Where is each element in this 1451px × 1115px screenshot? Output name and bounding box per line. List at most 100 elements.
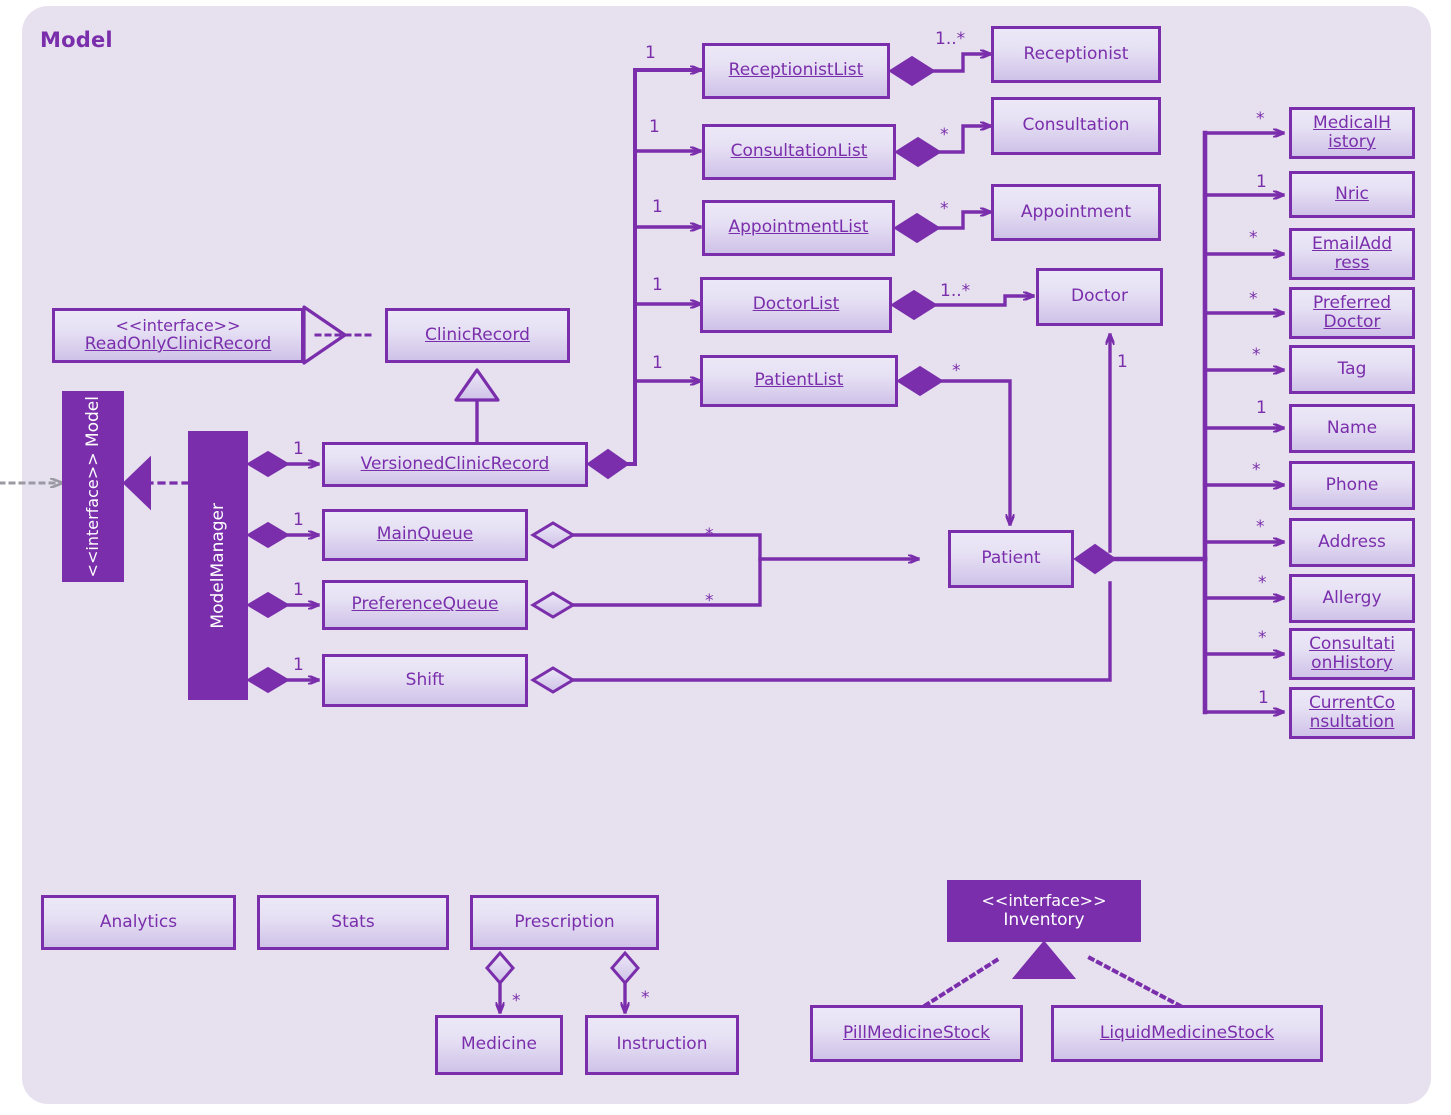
- class-box-preferred-doctor[interactable]: Preferred Doctor: [1289, 287, 1415, 339]
- class-box-model-interface[interactable]: <<interface>> Model: [62, 391, 124, 582]
- multiplicity-consultationlist-consultation: *: [940, 125, 949, 145]
- multiplicity-mm-shift: 1: [293, 655, 304, 675]
- class-label-email-address: EmailAdd ress: [1311, 233, 1393, 273]
- multiplicity-patient-medicalhistory: *: [1256, 109, 1265, 129]
- class-label-instruction: Instruction: [616, 1034, 708, 1055]
- class-label-current-consultation: CurrentCo nsultation: [1308, 692, 1396, 732]
- multiplicity-appointmentlist-appointment: *: [940, 199, 949, 219]
- class-label-consultation-list: ConsultationList: [730, 141, 868, 162]
- class-box-preference-queue[interactable]: PreferenceQueue: [322, 580, 528, 630]
- multiplicity-patient-currentconsultation: 1: [1258, 688, 1269, 708]
- class-box-consultation[interactable]: Consultation: [991, 97, 1161, 155]
- class-box-doctor[interactable]: Doctor: [1036, 268, 1163, 326]
- class-label-inventory-stereotype: <<interface>>: [981, 891, 1107, 911]
- class-box-pill-medicine-stock[interactable]: PillMedicineStock: [810, 1005, 1023, 1062]
- class-label-shift: Shift: [405, 669, 445, 690]
- multiplicity-mm-mainqueue: 1: [293, 510, 304, 530]
- class-box-medical-history[interactable]: MedicalH istory: [1289, 107, 1415, 159]
- class-label-read-only-clinic-record: <<interface>> ReadOnlyClinicRecord: [84, 316, 272, 354]
- class-box-current-consultation[interactable]: CurrentCo nsultation: [1289, 687, 1415, 739]
- multiplicity-vcr-consultationlist: 1: [649, 117, 660, 137]
- class-box-nric[interactable]: Nric: [1289, 171, 1415, 218]
- multiplicity-prescription-instruction: *: [641, 988, 650, 1008]
- class-box-address[interactable]: Address: [1289, 518, 1415, 567]
- class-box-appointment[interactable]: Appointment: [991, 184, 1161, 241]
- class-box-tag[interactable]: Tag: [1289, 345, 1415, 394]
- class-box-analytics[interactable]: Analytics: [41, 895, 236, 950]
- multiplicity-patient-name: 1: [1256, 398, 1267, 418]
- multiplicity-patient-emailaddress: *: [1249, 228, 1258, 248]
- multiplicity-vcr-appointmentlist: 1: [652, 197, 663, 217]
- class-box-instruction[interactable]: Instruction: [585, 1015, 739, 1075]
- class-label-phone: Phone: [1325, 474, 1379, 495]
- class-label-preferred-doctor: Preferred Doctor: [1312, 292, 1392, 332]
- multiplicity-mm-preferencequeue: 1: [293, 580, 304, 600]
- class-label-medicine: Medicine: [461, 1034, 537, 1055]
- multiplicity-mainqueue-patient: *: [705, 525, 714, 545]
- multiplicity-doctorlist-doctor: 1..*: [940, 281, 971, 301]
- class-box-versioned-clinic-record[interactable]: VersionedClinicRecord: [322, 442, 588, 487]
- class-label-inventory: Inventory: [1003, 910, 1085, 931]
- class-box-doctor-list[interactable]: DoctorList: [700, 277, 892, 333]
- class-label-liquid-medicine-stock: LiquidMedicineStock: [1099, 1022, 1275, 1043]
- class-label-main-queue: MainQueue: [376, 524, 474, 545]
- class-box-shift[interactable]: Shift: [322, 654, 528, 707]
- class-label-prescription: Prescription: [514, 911, 615, 932]
- class-box-receptionist[interactable]: Receptionist: [991, 26, 1161, 83]
- class-box-inventory[interactable]: <<interface>> Inventory: [947, 880, 1141, 942]
- class-label-appointment-list: AppointmentList: [728, 217, 869, 238]
- class-label-versioned-clinic-record: VersionedClinicRecord: [360, 453, 550, 474]
- class-box-receptionist-list[interactable]: ReceptionistList: [702, 43, 890, 99]
- multiplicity-patient-phone: *: [1252, 460, 1261, 480]
- class-label-analytics: Analytics: [99, 911, 178, 932]
- class-box-prescription[interactable]: Prescription: [470, 895, 659, 950]
- class-label-address: Address: [1318, 531, 1386, 552]
- class-label-doctor-list: DoctorList: [752, 294, 840, 315]
- class-box-liquid-medicine-stock[interactable]: LiquidMedicineStock: [1051, 1005, 1323, 1062]
- multiplicity-receptionistlist-receptionist: 1..*: [935, 29, 966, 49]
- class-box-main-queue[interactable]: MainQueue: [322, 509, 528, 561]
- multiplicity-patient-nric: 1: [1256, 172, 1267, 192]
- class-label-appointment: Appointment: [1020, 201, 1132, 222]
- class-box-patient[interactable]: Patient: [948, 530, 1074, 588]
- class-box-phone[interactable]: Phone: [1289, 461, 1415, 510]
- multiplicity-prescription-medicine: *: [512, 991, 521, 1011]
- diagram-canvas: Model <<interface>> Model ModelManager <…: [0, 0, 1451, 1115]
- class-label-model-interface: <<interface>> Model: [82, 395, 103, 578]
- class-box-consultation-list[interactable]: ConsultationList: [702, 124, 896, 180]
- class-label-receptionist-list: ReceptionistList: [728, 60, 864, 81]
- class-box-patient-list[interactable]: PatientList: [700, 355, 898, 407]
- class-label-patient-list: PatientList: [754, 370, 844, 391]
- class-box-email-address[interactable]: EmailAdd ress: [1289, 228, 1415, 280]
- multiplicity-patient-doctor: 1: [1117, 352, 1128, 372]
- multiplicity-patient-address: *: [1256, 517, 1265, 537]
- multiplicity-vcr-doctorlist: 1: [652, 275, 663, 295]
- multiplicity-vcr-patientlist: 1: [652, 353, 663, 373]
- class-box-allergy[interactable]: Allergy: [1289, 574, 1415, 623]
- multiplicity-patient-preferreddoctor: *: [1249, 289, 1258, 309]
- multiplicity-vcr-receptionistlist: 1: [645, 43, 656, 63]
- class-label-preference-queue: PreferenceQueue: [351, 594, 499, 615]
- class-box-consultation-history[interactable]: Consultati onHistory: [1289, 628, 1415, 680]
- multiplicity-preferencequeue-patient: *: [705, 591, 714, 611]
- class-label-stats: Stats: [331, 911, 375, 932]
- class-label-consultation-history: Consultati onHistory: [1309, 633, 1395, 673]
- page-title: Model: [40, 28, 113, 52]
- class-label-allergy: Allergy: [1322, 587, 1382, 608]
- class-label-name: Name: [1326, 417, 1378, 438]
- class-box-model-manager[interactable]: ModelManager: [188, 431, 248, 700]
- class-label-medical-history: MedicalH istory: [1313, 112, 1391, 152]
- class-box-stats[interactable]: Stats: [257, 895, 449, 950]
- class-box-read-only-clinic-record[interactable]: <<interface>> ReadOnlyClinicRecord: [52, 308, 304, 363]
- multiplicity-patientlist-patient: *: [952, 361, 961, 381]
- class-label-consultation: Consultation: [1022, 115, 1130, 136]
- class-label-doctor: Doctor: [1071, 286, 1128, 307]
- class-box-name[interactable]: Name: [1289, 404, 1415, 453]
- class-box-clinic-record[interactable]: ClinicRecord: [385, 308, 570, 363]
- class-label-tag: Tag: [1337, 358, 1367, 379]
- multiplicity-patient-allergy: *: [1258, 573, 1267, 593]
- class-box-medicine[interactable]: Medicine: [435, 1015, 563, 1075]
- multiplicity-patient-consultationhistory: *: [1258, 628, 1267, 648]
- class-label-pill-medicine-stock: PillMedicineStock: [842, 1022, 991, 1043]
- class-box-appointment-list[interactable]: AppointmentList: [702, 200, 895, 256]
